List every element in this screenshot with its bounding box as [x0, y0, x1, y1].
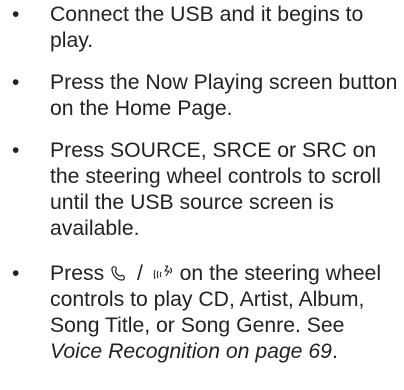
- bullet-text: Connect the USB and it begins to play.: [50, 3, 364, 52]
- phone-handset-icon: [110, 264, 128, 282]
- bullet-text: Press / on the steering wheel controls t…: [50, 262, 381, 363]
- bullet-icon: •: [12, 71, 20, 94]
- list-item: • Press SOURCE, SRCE or SRC on the steer…: [0, 138, 404, 242]
- bullet-icon: •: [12, 262, 20, 285]
- bullet-text: Press SOURCE, SRCE or SRC on the steerin…: [50, 139, 381, 240]
- instruction-list: • Connect the USB and it begins to play.…: [0, 2, 404, 381]
- list-item: • Connect the USB and it begins to play.: [0, 2, 404, 54]
- bullet-text: Press the Now Playing screen button on t…: [50, 71, 398, 120]
- list-item: • Press the Now Playing screen button on…: [0, 70, 404, 122]
- sentence-end: .: [331, 340, 338, 363]
- voice-icon: [152, 264, 174, 282]
- press-prefix: Press: [50, 262, 105, 285]
- bullet-icon: •: [12, 3, 20, 26]
- voice-recognition-reference: Voice Recognition on page 69: [50, 340, 332, 363]
- list-item: • Press / on the steering wheel controls…: [0, 261, 404, 365]
- separator: /: [136, 262, 143, 285]
- bullet-icon: •: [12, 139, 20, 162]
